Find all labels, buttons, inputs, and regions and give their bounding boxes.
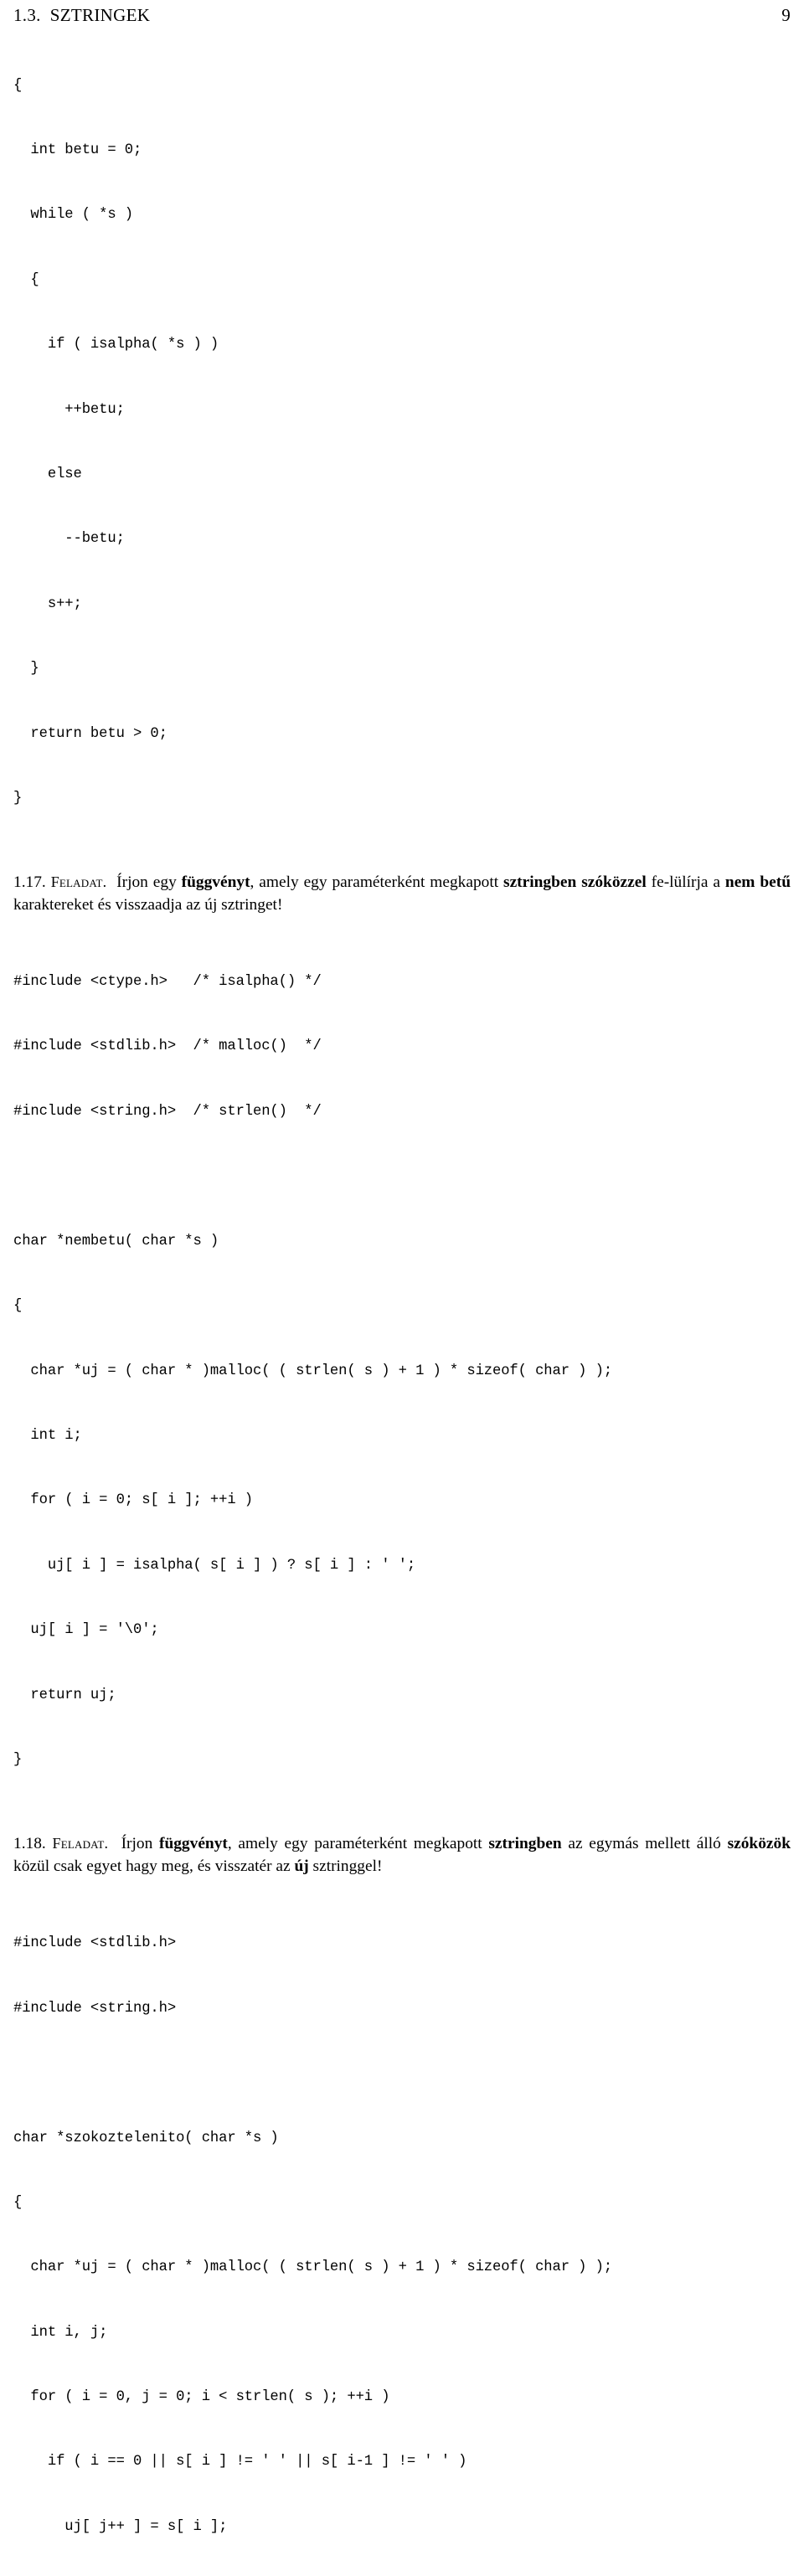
exercise-1-17-text: 1.17. Feladat. Írjon egy függvényt, amel… <box>13 871 791 916</box>
code-line: int betu = 0; <box>13 142 142 158</box>
text-run-bold: sztringben szóközzel <box>503 873 647 892</box>
document-page: 1.3. SZTRINGEK 9 { int betu = 0; while (… <box>0 0 804 2535</box>
code-line: { <box>13 1298 23 1315</box>
text-run-bold: nem betű <box>724 873 791 892</box>
code-line: uj[ j++ ] = s[ i ]; <box>13 2518 228 2535</box>
code-line: for ( i = 0, j = 0; i < strlen( s ); ++i… <box>13 2389 390 2406</box>
text-run: közül csak egyet hagy meg, és visszatér … <box>13 1857 295 1875</box>
code-line: { <box>13 2194 23 2211</box>
code-line: } <box>13 790 23 806</box>
code-block-118-body: char *szokoztelenito( char *s ) { char *… <box>13 2084 791 2576</box>
code-line: if ( i == 0 || s[ i ] != ' ' || s[ i-1 ]… <box>13 2454 467 2470</box>
page-content: { int betu = 0; while ( *s ) { if ( isal… <box>13 32 791 2576</box>
code-line: { <box>13 77 23 94</box>
code-line: uj[ i ] = isalpha( s[ i ] ) ? s[ i ] : '… <box>13 1557 416 1574</box>
exercise-number: 1.18. <box>13 1835 46 1853</box>
code-line: char *szokoztelenito( char *s ) <box>13 2130 279 2146</box>
code-line: if ( isalpha( *s ) ) <box>13 337 219 353</box>
code-line: else <box>13 466 82 482</box>
text-run-bold: új <box>294 1857 309 1875</box>
code-line: s++; <box>13 595 82 612</box>
code-line: } <box>13 661 39 677</box>
text-run: , amely egy paraméterként megkapott <box>227 1835 489 1853</box>
code-line: { <box>13 271 39 288</box>
code-line: ++betu; <box>13 401 125 418</box>
code-block-betus-tail: { int betu = 0; while ( *s ) { if ( isal… <box>13 32 791 853</box>
code-line: #include <stdlib.h> /* malloc() */ <box>13 1038 322 1055</box>
text-run-bold: sztringben <box>488 1835 562 1853</box>
text-run: Írjon egy <box>116 873 182 892</box>
code-line: while ( *s ) <box>13 207 133 224</box>
text-run: sztringgel! <box>308 1857 383 1875</box>
code-line: return betu > 0; <box>13 725 168 742</box>
code-line: char *uj = ( char * )malloc( ( strlen( s… <box>13 2259 612 2276</box>
text-run: fe- <box>646 873 670 892</box>
code-line: uj[ i ] = '\0'; <box>13 1622 159 1639</box>
exercise-label: Feladat. <box>52 1835 109 1852</box>
code-block-117-includes: #include <ctype.h> /* isalpha() */ #incl… <box>13 928 791 1166</box>
page-number: 9 <box>781 5 791 25</box>
code-line: #include <string.h> <box>13 2000 177 2017</box>
page-title: 1.3. SZTRINGEK <box>13 5 151 25</box>
text-run: lülírja a <box>669 873 725 892</box>
text-run-bold: függvényt <box>159 1835 228 1853</box>
code-line: char *uj = ( char * )malloc( ( strlen( s… <box>13 1363 612 1379</box>
code-line: --betu; <box>13 531 125 548</box>
exercise-label: Feladat. <box>50 873 107 891</box>
code-line: for ( i = 0; s[ i ]; ++i ) <box>13 1492 253 1509</box>
code-line: int i; <box>13 1428 82 1444</box>
code-line: } <box>13 1751 23 1768</box>
exercise-number: 1.17. <box>13 873 46 892</box>
code-line: int i, j; <box>13 2324 108 2341</box>
text-run: Írjon <box>121 1835 159 1853</box>
text-run: az egymás mellett <box>561 1835 691 1853</box>
code-block-118-includes: #include <stdlib.h> #include <string.h> <box>13 1890 791 2063</box>
text-run-bold: szóközök <box>727 1835 791 1853</box>
running-head: 1.3. SZTRINGEK 9 <box>13 5 791 28</box>
code-line: #include <ctype.h> /* isalpha() */ <box>13 974 322 991</box>
code-line: return uj; <box>13 1687 116 1703</box>
exercise-1-18-text: 1.18. Feladat. Írjon függvényt, amely eg… <box>13 1832 791 1878</box>
code-line: char *nembetu( char *s ) <box>13 1233 219 1249</box>
code-line: #include <string.h> /* strlen() */ <box>13 1103 322 1120</box>
code-line: #include <stdlib.h> <box>13 1935 177 1952</box>
text-run: karaktereket és visszaadja az új sztring… <box>13 895 283 914</box>
text-run: álló <box>696 1835 728 1853</box>
text-run: , amely egy paraméterként megkapott <box>250 873 504 892</box>
code-block-117-body: char *nembetu( char *s ) { char *uj = ( … <box>13 1188 791 1814</box>
text-run-bold: függvényt <box>181 873 250 892</box>
